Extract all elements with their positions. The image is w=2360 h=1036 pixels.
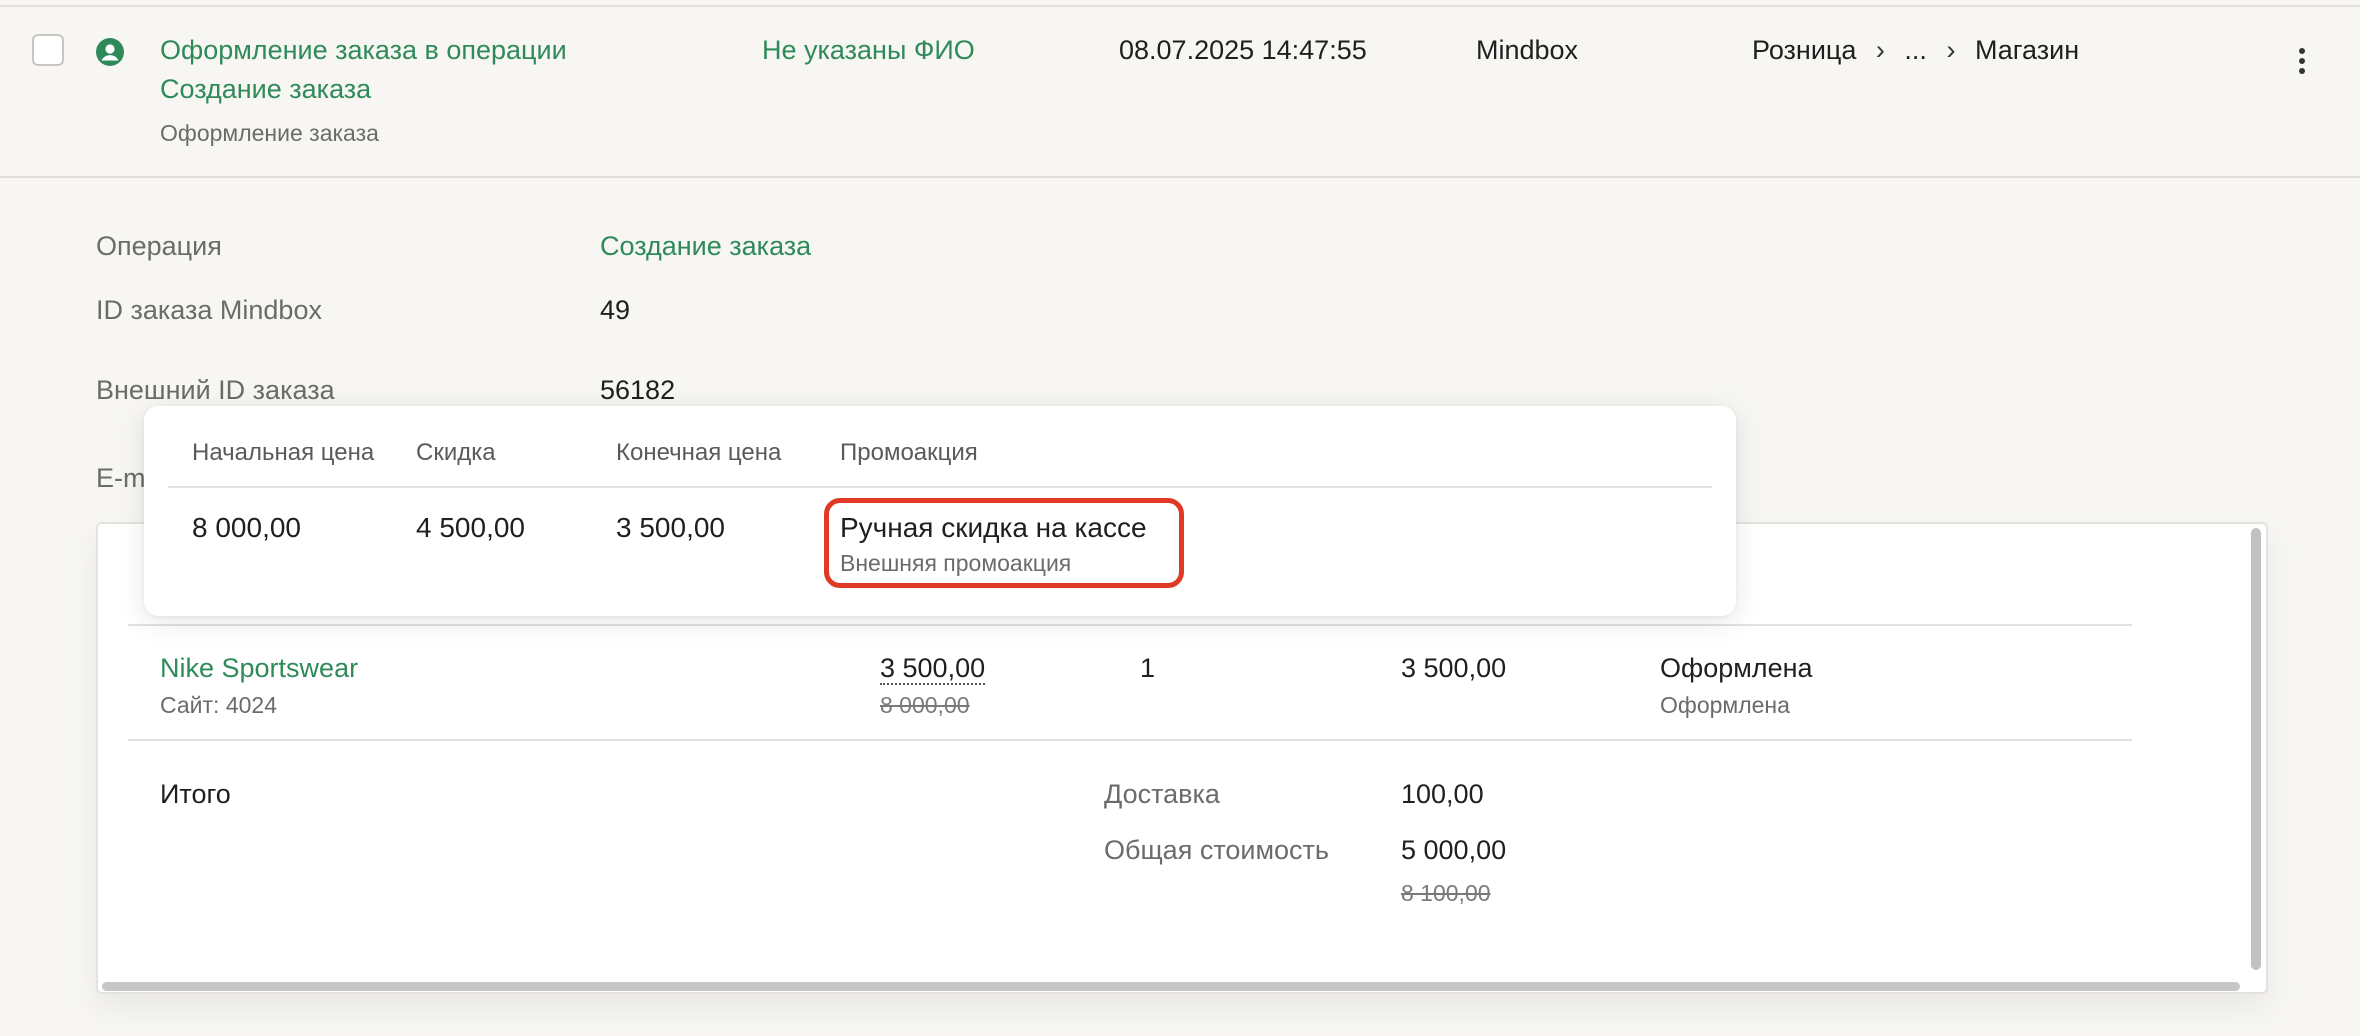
item-old-price: 8 000,00: [880, 692, 970, 718]
items-header-divider: [128, 624, 2132, 626]
popover-header-divider: [168, 486, 1712, 488]
item-status: Оформлена: [1660, 653, 1813, 683]
popover-final-price: 3 500,00: [616, 512, 725, 543]
popover-initial-price: 8 000,00: [192, 512, 301, 543]
popover-discount: 4 500,00: [416, 512, 525, 543]
item-name-link[interactable]: Nike Sportswear: [160, 650, 358, 686]
row-select-checkbox[interactable]: [32, 34, 64, 66]
order-subtitle: Оформление заказа: [160, 120, 379, 146]
breadcrumb-item-ellipsis[interactable]: ...: [1904, 35, 1927, 65]
order-datetime: 08.07.2025 14:47:55: [1119, 35, 1367, 65]
item-quantity: 1: [1140, 653, 1156, 683]
total-cost-value: 5 000,00: [1401, 835, 1507, 865]
order-id-value: 49: [600, 295, 631, 325]
more-vertical-icon[interactable]: [2290, 44, 2314, 80]
external-id-label: Внешний ID заказа: [96, 375, 335, 405]
row-divider: [0, 176, 2360, 178]
delivery-label: Доставка: [1104, 779, 1220, 809]
breadcrumb: Розница › ... › Магазин: [1752, 32, 2079, 68]
popover-header-final-price: Конечная цена: [616, 439, 782, 466]
external-id-value: 56182: [600, 375, 676, 405]
operation-link[interactable]: Создание заказа: [600, 228, 811, 264]
total-cost-old: 8 100,00: [1401, 880, 1491, 906]
breadcrumb-item-retail[interactable]: Розница: [1752, 35, 1856, 65]
vertical-scrollbar-thumb[interactable]: [2251, 528, 2261, 970]
promo-highlight-outline: [824, 498, 1184, 588]
top-divider: [0, 5, 2360, 7]
summary-label: Итого: [160, 779, 231, 809]
customer-link[interactable]: Не указаны ФИО: [762, 32, 975, 68]
chevron-right-icon: ›: [1875, 35, 1885, 65]
operation-label: Операция: [96, 231, 222, 261]
item-site: Сайт: 4024: [160, 692, 277, 718]
item-total: 3 500,00: [1401, 653, 1507, 683]
popover-header-discount: Скидка: [416, 439, 496, 466]
total-cost-label: Общая стоимость: [1104, 835, 1329, 865]
item-price[interactable]: 3 500,00: [880, 653, 986, 685]
email-label: E-m: [96, 463, 146, 493]
chevron-right-icon: ›: [1946, 35, 1956, 65]
order-title-link[interactable]: Оформление заказа в операции: [160, 32, 567, 68]
popover-header-initial-price: Начальная цена: [192, 439, 375, 466]
order-id-label: ID заказа Mindbox: [96, 295, 322, 325]
delivery-value: 100,00: [1401, 779, 1484, 809]
horizontal-scrollbar-thumb[interactable]: [102, 982, 2240, 991]
order-operation-link[interactable]: Создание заказа: [160, 71, 371, 107]
order-source: Mindbox: [1476, 35, 1579, 65]
popover-header-promo: Промоакция: [840, 439, 978, 466]
items-row-divider: [128, 739, 2132, 741]
user-circle-icon: [96, 38, 124, 66]
breadcrumb-item-store[interactable]: Магазин: [1975, 35, 2079, 65]
item-status-sub: Оформлена: [1660, 692, 1790, 718]
